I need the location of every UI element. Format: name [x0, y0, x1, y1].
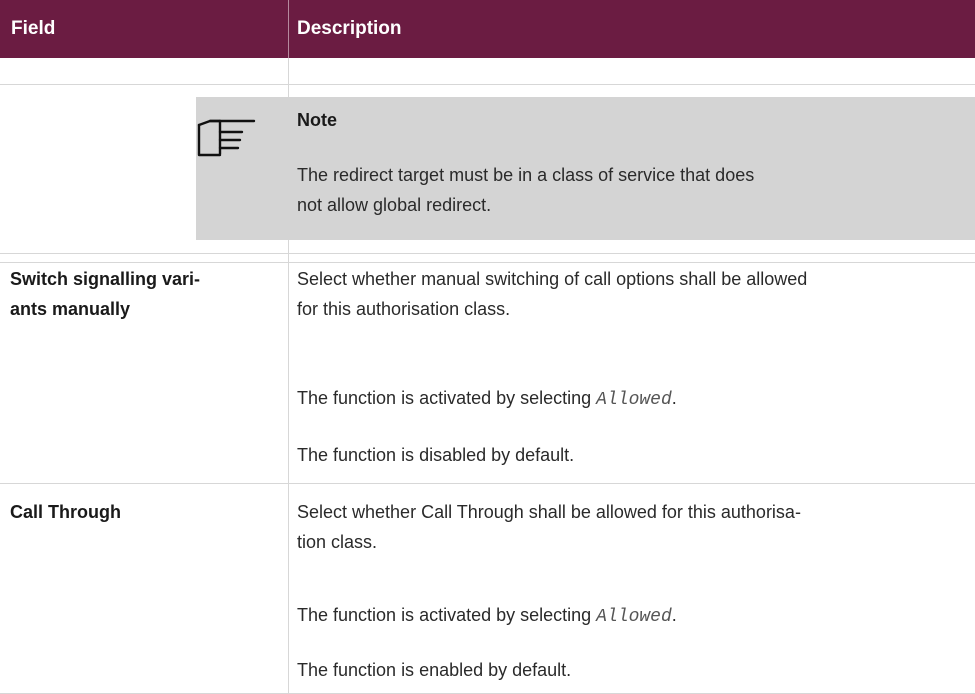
- description-line: Select whether Call Through shall be all…: [297, 502, 801, 522]
- header-divider: [288, 0, 289, 58]
- note-text-line: not allow global redirect.: [297, 195, 492, 215]
- field-label-line: Switch signalling vari-: [10, 269, 201, 289]
- description-line: Select whether manual switching of call …: [297, 269, 808, 289]
- header-field: Field: [11, 18, 56, 39]
- row-divider: [0, 262, 975, 263]
- header-description: Description: [297, 18, 402, 39]
- default-text: The function is enabled by default.: [297, 660, 572, 680]
- note-text-line: The redirect target must be in a class o…: [297, 165, 755, 185]
- activation-prefix: The function is activated by selecting: [297, 388, 597, 408]
- pointing-hand-icon: [197, 119, 256, 157]
- description-line: for this authorisation class.: [297, 299, 511, 319]
- activation-prefix: The function is activated by selecting: [297, 605, 597, 625]
- field-label-call-through: Call Through: [10, 502, 121, 522]
- parameter-table: Field Description Note The redirect targ…: [0, 0, 975, 694]
- allowed-value: Allowed: [596, 607, 672, 627]
- activation-suffix: .: [671, 388, 677, 408]
- allowed-value: Allowed: [596, 390, 672, 410]
- field-label-switch-signalling: Switch signalling vari- ants manually: [10, 264, 200, 324]
- note-title: Note: [297, 110, 337, 130]
- row-divider: [0, 253, 975, 254]
- activation-text: The function is activated by selecting A…: [297, 383, 967, 415]
- default-text: The function is disabled by default.: [297, 445, 575, 465]
- table-header: Field Description: [0, 0, 975, 58]
- description-call-through: Select whether Call Through shall be all…: [297, 497, 967, 557]
- row-divider: [0, 483, 975, 484]
- activation-text: The function is activated by selecting A…: [297, 600, 967, 632]
- note-text: The redirect target must be in a class o…: [297, 160, 917, 220]
- activation-suffix: .: [671, 605, 677, 625]
- description-switch-signalling: Select whether manual switching of call …: [297, 264, 967, 324]
- field-label-line: ants manually: [10, 299, 131, 319]
- row-divider: [0, 84, 975, 85]
- description-line: tion class.: [297, 532, 378, 552]
- note-box: Note The redirect target must be in a cl…: [196, 97, 975, 240]
